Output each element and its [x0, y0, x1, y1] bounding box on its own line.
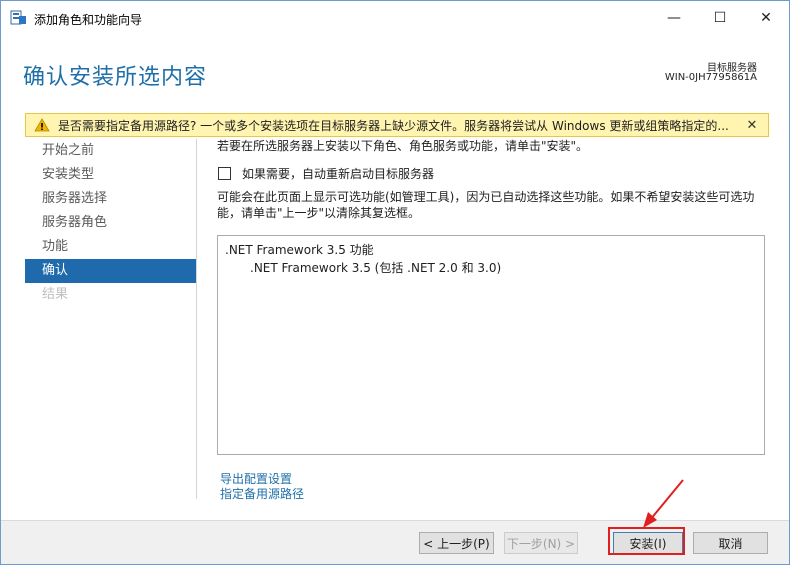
warning-icon [34, 118, 50, 132]
minimize-button[interactable]: — [651, 1, 697, 35]
window-title: 添加角色和功能向导 [34, 13, 143, 27]
warning-text[interactable]: 是否需要指定备用源路径? 一个或多个安装选项在目标服务器上缺少源文件。服务器将尝… [58, 117, 740, 134]
wizard-window: 添加角色和功能向导 — ☐ ✕ 确认安装所选内容 目标服务器 WIN-0JH77… [0, 0, 790, 565]
sidebar-item-before-you-begin[interactable]: 开始之前 [25, 139, 196, 163]
auto-restart-label[interactable]: 如果需要，自动重新启动目标服务器 [242, 165, 434, 182]
cancel-button[interactable]: 取消 [693, 532, 768, 554]
minimize-icon: — [667, 10, 681, 26]
maximize-icon: ☐ [713, 10, 727, 26]
warning-close-icon[interactable]: ✕ [740, 118, 764, 133]
maximize-button[interactable]: ☐ [697, 1, 743, 35]
page-title: 确认安装所选内容 [23, 65, 208, 90]
close-button[interactable]: ✕ [743, 1, 789, 35]
previous-button[interactable]: < 上一步(P) [419, 532, 494, 554]
sidebar-item-installation-type[interactable]: 安装类型 [25, 163, 196, 187]
install-highlight-box [608, 527, 685, 555]
warning-bar[interactable]: 是否需要指定备用源路径? 一个或多个安装选项在目标服务器上缺少源文件。服务器将尝… [25, 113, 769, 137]
title-bar: 添加角色和功能向导 — ☐ ✕ [1, 1, 789, 35]
wizard-steps-nav: 开始之前 安装类型 服务器选择 服务器角色 功能 确认 结果 [25, 139, 196, 499]
sidebar-item-confirmation[interactable]: 确认 [25, 259, 196, 283]
server-manager-icon [10, 10, 26, 25]
list-item: .NET Framework 3.5 (包括 .NET 2.0 和 3.0) [250, 261, 502, 275]
sidebar-item-features[interactable]: 功能 [25, 235, 196, 259]
page-header: 确认安装所选内容 目标服务器 WIN-0JH7795861A [1, 35, 789, 111]
sidebar-divider [196, 139, 197, 499]
sidebar-item-results: 结果 [42, 287, 69, 302]
specify-alternate-source-link[interactable]: 指定备用源路径 [220, 485, 304, 502]
close-icon: ✕ [760, 10, 772, 26]
confirmation-intro-text: 若要在所选服务器上安装以下角色、角色服务或功能，请单击"安装"。 [217, 139, 589, 153]
target-server-name: WIN-0JH7795861A [664, 72, 757, 83]
optional-features-note: 可能会在此页面上显示可选功能(如管理工具)，因为已自动选择这些功能。如果不希望安… [217, 190, 755, 220]
selected-features-list[interactable]: .NET Framework 3.5 功能 .NET Framework 3.5… [217, 235, 765, 455]
sidebar-item-server-roles[interactable]: 服务器角色 [25, 211, 196, 235]
list-item: .NET Framework 3.5 功能 [225, 243, 374, 257]
next-button: 下一步(N) > [504, 532, 578, 554]
auto-restart-checkbox[interactable] [218, 167, 231, 180]
sidebar-item-server-selection[interactable]: 服务器选择 [25, 187, 196, 211]
